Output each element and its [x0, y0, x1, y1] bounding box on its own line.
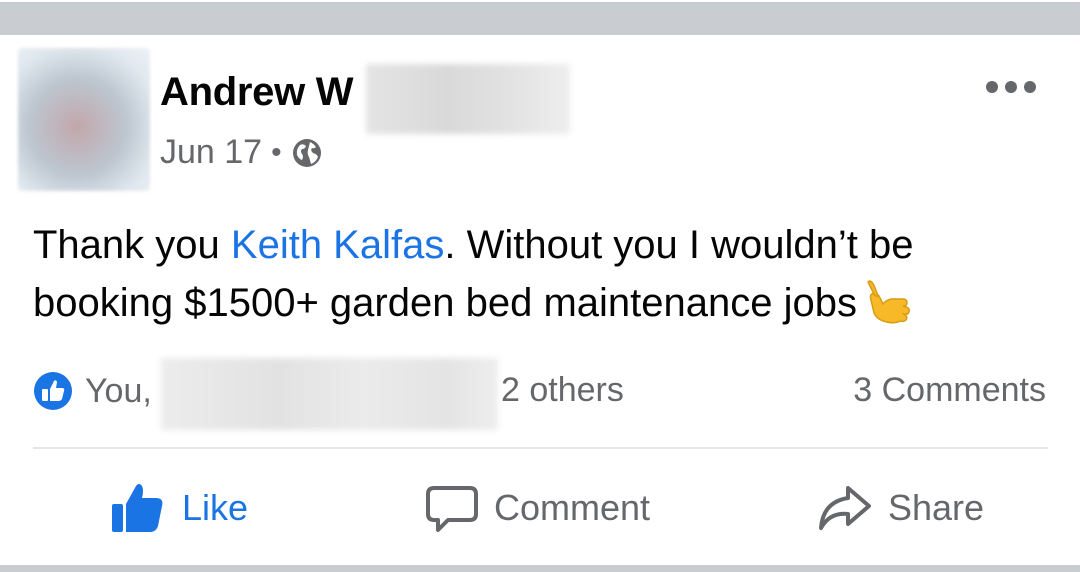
post-text-start: Thank you: [33, 223, 231, 267]
share-arrow-icon: [819, 486, 871, 530]
reactions-summary[interactable]: You,: [33, 365, 152, 417]
comment-label: Comment: [494, 487, 651, 528]
mention-link[interactable]: Keith Kalfas: [231, 223, 444, 267]
meta-separator: •: [271, 135, 282, 169]
redacted-reactors: [161, 358, 498, 430]
thumbs-up-icon: [112, 484, 163, 532]
reaction-others[interactable]: 2 others: [501, 371, 624, 410]
feed-separator-top: [0, 0, 1080, 36]
ellipsis-dot: [1024, 81, 1036, 93]
post-meta: Jun 17 •: [160, 133, 323, 172]
comments-count[interactable]: 3 Comments: [853, 371, 1046, 410]
share-label: Share: [888, 487, 985, 528]
share-button[interactable]: Share: [818, 478, 984, 538]
ellipsis-dot: [1005, 81, 1017, 93]
call-me-hand-emoji: [867, 280, 910, 324]
globe-icon[interactable]: [291, 137, 323, 169]
comment-button[interactable]: Comment: [426, 478, 650, 538]
feed-separator-bottom: [0, 565, 1080, 572]
divider: [33, 447, 1048, 449]
like-button[interactable]: Like: [110, 478, 248, 538]
like-label: Like: [182, 487, 249, 528]
more-options-button[interactable]: [986, 77, 1036, 97]
redacted-surname: [366, 64, 570, 134]
post-date[interactable]: Jun 17: [160, 133, 262, 172]
ellipsis-dot: [986, 81, 998, 93]
like-badge-icon: [34, 372, 72, 410]
comment-bubble-icon: [426, 486, 478, 532]
post-text: Thank you Keith Kalfas. Without you I wo…: [33, 216, 1053, 332]
author-name[interactable]: Andrew W: [160, 70, 353, 115]
reaction-you: You,: [85, 371, 152, 410]
avatar[interactable]: [18, 48, 150, 191]
